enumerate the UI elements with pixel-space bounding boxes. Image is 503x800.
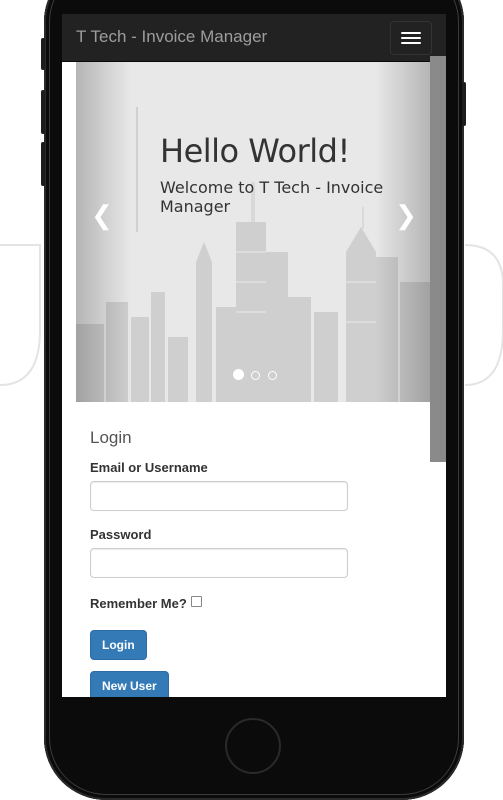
chevron-left-icon[interactable]: ❮ [90,200,114,230]
carousel-indicators [233,367,280,385]
scrollbar-thumb[interactable] [430,56,446,462]
phone-screen: T Tech - Invoice Manager Hello World! We… [62,14,446,697]
username-label: Email or Username [90,460,208,475]
carousel-right-shade [375,62,430,402]
password-label: Password [90,527,152,542]
phone-volume-up [41,90,45,134]
carousel-indicator-1[interactable] [233,369,244,380]
phone-home-button [225,718,281,774]
login-form: Login Email or Username Password Remembe… [90,428,370,697]
login-title: Login [90,428,132,447]
phone-volume-down [41,142,45,186]
new-user-button[interactable]: New User [90,671,169,697]
carousel-indicator-3[interactable] [267,371,277,380]
navbar: T Tech - Invoice Manager [62,14,446,62]
carousel-heading: Hello World! [160,132,350,170]
remember-me-checkbox[interactable] [190,596,202,607]
phone-power-button [462,82,466,126]
login-button[interactable]: Login [90,630,147,660]
navbar-brand[interactable]: T Tech - Invoice Manager [76,27,267,47]
chevron-right-icon[interactable]: ❯ [394,200,418,230]
new-user-button-row: New User [90,671,370,697]
hamburger-icon[interactable] [390,21,432,55]
carousel-left-shade [76,62,131,402]
login-button-row: Login [90,630,370,660]
remember-me-label: Remember Me? [90,596,187,611]
password-input[interactable] [90,548,348,578]
carousel-indicator-2[interactable] [251,371,261,380]
scrollbar[interactable] [430,56,446,462]
carousel-caption: Hello World! Welcome to T Tech - Invoice… [160,132,420,216]
remember-me-row: Remember Me? [90,596,370,611]
hero-carousel: Hello World! Welcome to T Tech - Invoice… [76,62,430,402]
carousel-subtext: Welcome to T Tech - Invoice Manager [160,178,384,216]
username-input[interactable] [90,481,348,511]
phone-side-button [41,38,45,70]
